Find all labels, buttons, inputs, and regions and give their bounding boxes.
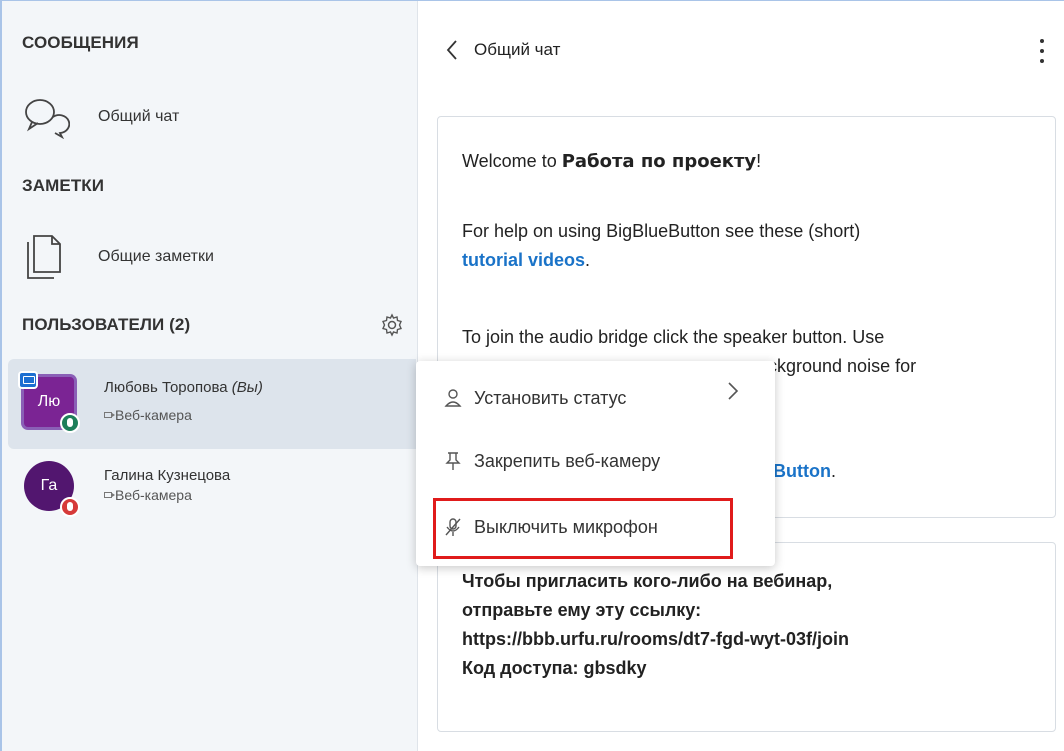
user-status: Веб-камера [104,487,192,503]
chat-title: Общий чат [474,40,561,59]
room-name: Работа по проекту [561,151,757,172]
user-name: Галина Кузнецова [104,467,230,484]
chevron-right-icon [726,379,740,403]
menu-item-pin-webcam[interactable]: Закрепить веб-камеру [444,441,660,481]
help-line: For help on using BigBlueButton see thes… [462,217,1037,275]
mic-muted-icon [60,497,80,517]
camera-icon [104,412,115,418]
menu-item-set-status[interactable]: Установить статус [444,378,626,418]
audio-line-1: To join the audio bridge click the speak… [462,327,885,347]
invite-text: Чтобы пригласить кого-либо на вебинар, от… [462,567,1037,683]
user-list-item[interactable]: Лю Любовь Торопова (Вы) Веб-камера [8,359,416,449]
messages-section-title: СООБЩЕНИЯ [22,33,139,52]
invite-line-2: отправьте ему эту ссылку: [462,600,702,620]
users-section-title: ПОЛЬЗОВАТЕЛИ (2) [22,315,191,334]
invite-message: Чтобы пригласить кого-либо на вебинар, от… [437,542,1056,732]
sidebar-item-shared-notes[interactable]: Общие заметки [22,227,402,287]
user-status-text: Веб-камера [115,407,192,423]
user-status: Веб-камера [104,407,192,423]
sidebar-item-label: Общий чат [98,108,180,125]
presenter-icon [18,371,38,389]
welcome-suffix: ! [756,151,762,171]
user-name: Любовь Торопова (Вы) [104,379,263,396]
highlight-box [433,498,733,559]
tutorial-videos-link[interactable]: tutorial videos [462,250,585,270]
back-chevron-icon[interactable] [442,38,462,62]
access-code-label: Код доступа: [462,658,584,678]
user-name-text: Любовь Торопова [104,379,228,396]
you-tag: (Вы) [231,379,263,396]
notes-section-title: ЗАМЕТКИ [22,176,105,195]
gear-icon[interactable] [380,313,404,337]
sidebar-item-label: Общие заметки [98,248,214,265]
invite-url[interactable]: https://bbb.urfu.ru/rooms/dt7-fgd-wyt-03… [462,629,849,649]
help-text: For help on using BigBlueButton see thes… [462,221,861,241]
notes-icon [22,232,82,282]
pin-icon [444,451,462,471]
user-name-text: Галина Кузнецова [104,467,231,484]
menu-item-label: Установить статус [474,387,627,408]
more-options-icon[interactable] [1036,36,1048,66]
user-list-item[interactable]: Га Галина Кузнецова Веб-камера [8,449,416,539]
user-status-text: Веб-камера [115,487,192,503]
menu-item-label: Закрепить веб-камеру [474,450,661,471]
camera-icon [104,492,115,498]
user-icon [444,388,462,408]
chat-bubbles-icon [22,92,82,142]
bigbluebutton-link[interactable]: Button [773,461,831,481]
help-end: . [585,250,591,270]
sidebar-item-public-chat[interactable]: Общий чат [22,87,402,147]
welcome-prefix: Welcome to [462,151,562,171]
avatar: Лю [18,371,80,433]
mic-on-icon [60,413,80,433]
access-code: gbsdky [583,658,647,678]
invite-line-1: Чтобы пригласить кого-либо на вебинар, [462,571,833,591]
avatar: Га [20,457,80,517]
welcome-line: Welcome to Работа по проекту! [462,147,1037,176]
link-end: . [830,461,836,481]
